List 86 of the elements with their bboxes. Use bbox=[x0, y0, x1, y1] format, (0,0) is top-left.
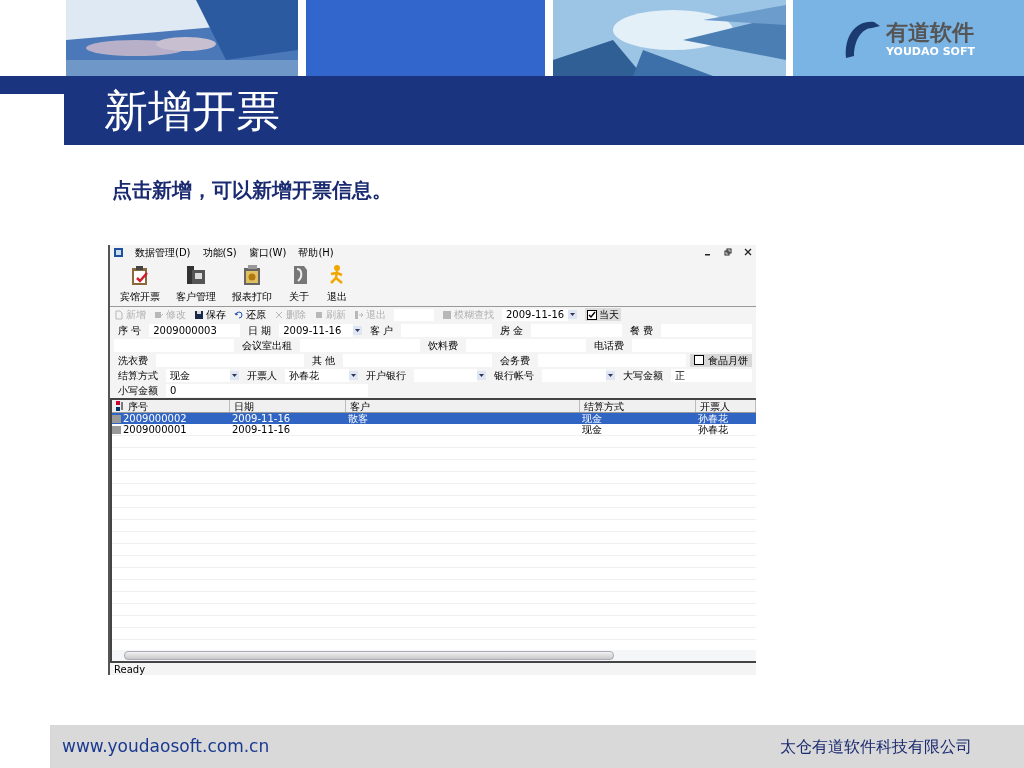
table-cell-text: 2009000001 bbox=[122, 424, 188, 435]
field-label: 会务费 bbox=[498, 353, 531, 367]
toolbar-button[interactable]: 报表打印 bbox=[226, 264, 278, 306]
table-cell-text: 2009000002 bbox=[122, 413, 188, 424]
logo-name: 有道软件 bbox=[886, 18, 975, 47]
menu-item[interactable]: 功能(S) bbox=[202, 245, 237, 259]
action-button[interactable]: 保存 bbox=[194, 308, 226, 321]
field-label: 客 户 bbox=[369, 323, 395, 337]
exit-icon bbox=[354, 309, 364, 320]
horizontal-scrollbar[interactable] bbox=[112, 650, 756, 661]
dropdown-arrow-icon[interactable] bbox=[568, 310, 578, 319]
toolbar-button[interactable]: 宾馆开票 bbox=[114, 264, 166, 306]
input-field[interactable]: 2009000003 bbox=[149, 323, 240, 337]
page-icon bbox=[114, 309, 124, 320]
dropdown-arrow-icon[interactable] bbox=[606, 370, 616, 380]
row-marker-icon bbox=[112, 414, 121, 423]
column-header[interactable]: 序号 bbox=[112, 400, 230, 412]
row-marker-icon bbox=[112, 425, 121, 434]
column-header[interactable]: 客户 bbox=[346, 400, 580, 412]
save-icon bbox=[194, 309, 204, 320]
menu-item[interactable]: 窗口(W) bbox=[248, 245, 287, 259]
pencil-page-icon bbox=[154, 309, 164, 320]
logo-subtitle: YOUDAO SOFT bbox=[886, 46, 975, 58]
field-label: 开票人 bbox=[245, 368, 278, 382]
dropdown-field[interactable]: 孙春花 bbox=[284, 368, 349, 382]
dropdown-arrow-icon[interactable] bbox=[348, 370, 358, 380]
table-cell-text: 散客 bbox=[347, 413, 369, 424]
cards-icon bbox=[185, 264, 207, 286]
dropdown-arrow-icon[interactable] bbox=[353, 325, 362, 335]
app-icon bbox=[114, 247, 123, 257]
field-label: 开户银行 bbox=[364, 368, 407, 382]
dropdown-field[interactable]: 现金 bbox=[166, 368, 230, 382]
toolbar-button[interactable]: 退出 bbox=[320, 264, 354, 306]
menu-item[interactable]: 帮助(H) bbox=[298, 245, 334, 259]
undo-icon bbox=[234, 309, 244, 320]
slide-title: 新增开票 bbox=[104, 83, 280, 138]
dropdown-arrow-icon[interactable] bbox=[477, 370, 487, 380]
field-label: 日 期 bbox=[247, 323, 273, 337]
printer-icon bbox=[241, 264, 263, 286]
refresh-icon bbox=[314, 309, 324, 320]
toolbar-button[interactable]: 客户管理 bbox=[170, 264, 222, 306]
field-label: 大写金额 bbox=[622, 368, 665, 382]
column-header[interactable]: 开票人 bbox=[696, 400, 756, 412]
field-label: 饮料费 bbox=[427, 338, 459, 352]
close-icon bbox=[274, 309, 284, 320]
action-button[interactable]: 还原 bbox=[234, 308, 266, 321]
table-cell-text: 现金 bbox=[581, 424, 603, 435]
field-label: 结算方式 bbox=[117, 368, 159, 382]
column-header[interactable]: 结算方式 bbox=[580, 400, 696, 412]
table-row[interactable]: 2009000002 2009-11-16 散客 现金 孙春花 bbox=[112, 413, 756, 424]
company-name: 太仓有道软件科技有限公司 bbox=[780, 735, 972, 758]
dropdown-field[interactable] bbox=[413, 368, 478, 382]
field-label: 洗衣费 bbox=[117, 353, 149, 367]
field-label: 会议室出租 bbox=[241, 338, 293, 352]
status-text: Ready bbox=[114, 662, 146, 676]
footer-url[interactable]: www.youdaosoft.com.cn bbox=[62, 733, 270, 760]
toolbar-button[interactable]: 关于 bbox=[282, 264, 316, 306]
close-icon[interactable] bbox=[744, 248, 752, 256]
dropdown-arrow-icon[interactable] bbox=[229, 370, 239, 380]
table-cell-text: 孙春花 bbox=[697, 424, 729, 435]
dropdown-field[interactable]: 2009-11-16 bbox=[279, 323, 353, 337]
restore-icon[interactable] bbox=[724, 248, 732, 256]
table-cell-text: 2009-11-16 bbox=[231, 424, 292, 435]
sort-icon[interactable] bbox=[116, 401, 124, 411]
field-label: 银行帐号 bbox=[493, 368, 536, 382]
input-field[interactable]: 0 bbox=[166, 383, 368, 397]
field-label: 房 金 bbox=[499, 323, 525, 337]
column-header[interactable]: 日期 bbox=[230, 400, 346, 412]
table-cell-text: 孙春花 bbox=[697, 413, 729, 424]
field-label: 小写金额 bbox=[117, 383, 159, 397]
clipboard-icon bbox=[129, 264, 151, 286]
table-row[interactable]: 2009000001 2009-11-16 现金 孙春花 bbox=[112, 424, 756, 435]
checkbox-icon[interactable] bbox=[694, 355, 704, 365]
field-label: 餐 费 bbox=[629, 323, 655, 337]
field-label: 其 他 bbox=[311, 353, 337, 367]
table-cell-text: 2009-11-16 bbox=[231, 413, 292, 424]
search-page-icon bbox=[442, 309, 452, 320]
menu-item[interactable]: 数据管理(D) bbox=[135, 245, 191, 259]
input-field[interactable] bbox=[394, 308, 434, 321]
slide-subtitle: 点击新增，可以新增开票信息。 bbox=[112, 177, 392, 204]
table-cell-text: 现金 bbox=[581, 413, 603, 424]
checkbox-field[interactable]: 食品月饼 bbox=[690, 353, 752, 367]
dropdown-field[interactable] bbox=[542, 368, 607, 382]
field-label: 电话费 bbox=[593, 338, 625, 352]
field-label: 序 号 bbox=[117, 323, 143, 337]
input-field[interactable]: 正 bbox=[671, 368, 752, 382]
